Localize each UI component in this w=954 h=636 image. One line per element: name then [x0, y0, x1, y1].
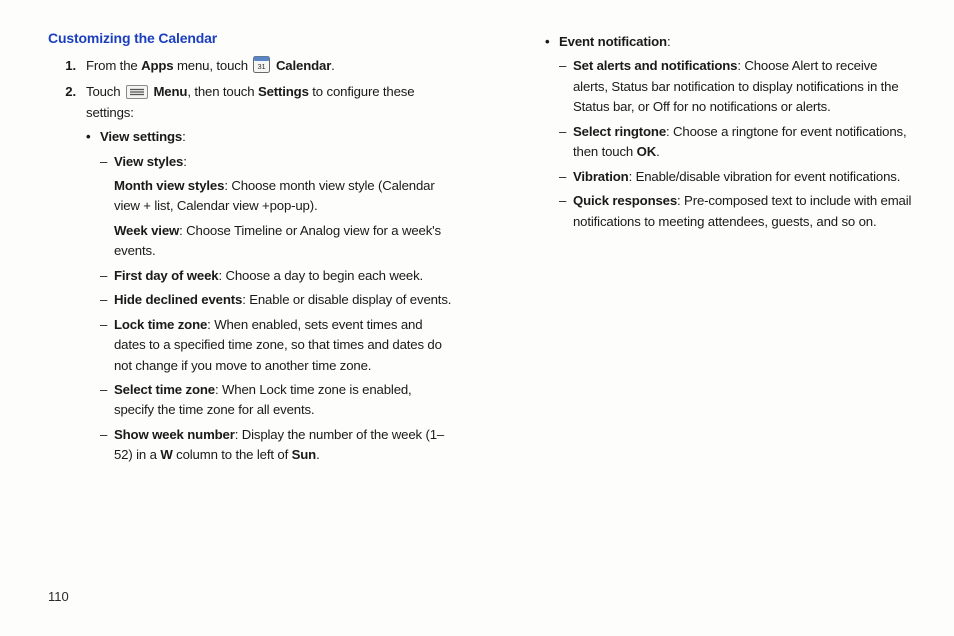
label-w: W	[160, 447, 172, 462]
svg-text:31: 31	[258, 62, 266, 71]
label-set-alerts: Set alerts and notifications	[573, 58, 737, 73]
dash-select-tz: – Select time zone: When Lock time zone …	[100, 380, 453, 421]
label-quick-responses: Quick responses	[573, 193, 677, 208]
dash-lock-tz: – Lock time zone: When enabled, sets eve…	[100, 315, 453, 376]
dash-quick-responses: – Quick responses: Pre-composed text to …	[559, 191, 912, 232]
label-view-styles: View styles	[114, 154, 183, 169]
step-1: 1. From the Apps menu, touch 31 Calendar…	[48, 56, 453, 76]
text: .	[656, 144, 660, 159]
right-column: • Event notification: – Set alerts and n…	[507, 28, 912, 596]
label-calendar: Calendar	[276, 58, 331, 73]
text: :	[183, 154, 187, 169]
label-vibration: Vibration	[573, 169, 629, 184]
label-show-week: Show week number	[114, 427, 235, 442]
step-2: 2. Touch Menu, then touch Settings to co…	[48, 82, 453, 466]
dash-hide-declined: – Hide declined events: Enable or disabl…	[100, 290, 453, 310]
page: Customizing the Calendar 1. From the App…	[0, 0, 954, 636]
text: : Enable/disable vibration for event not…	[629, 169, 901, 184]
label-sun: Sun	[292, 447, 316, 462]
text: :	[667, 34, 671, 49]
dash-set-alerts: – Set alerts and notifications: Choose A…	[559, 56, 912, 117]
label-select-tz: Select time zone	[114, 382, 215, 397]
dash-first-day: – First day of week: Choose a day to beg…	[100, 266, 453, 286]
text: column to the left of	[173, 447, 292, 462]
label-lock-tz: Lock time zone	[114, 317, 207, 332]
dash-select-ringtone: – Select ringtone: Choose a ringtone for…	[559, 122, 912, 163]
text: , then touch	[187, 84, 258, 99]
dash-show-week: – Show week number: Display the number o…	[100, 425, 453, 466]
label-menu: Menu	[153, 84, 187, 99]
calendar-icon: 31	[253, 56, 270, 73]
text: : Enable or disable display of events.	[242, 292, 451, 307]
label-week-view: Week view	[114, 223, 179, 238]
label-event-notification: Event notification	[559, 34, 667, 49]
label-view-settings: View settings	[100, 129, 182, 144]
menu-icon	[126, 85, 148, 99]
text: Touch	[86, 84, 124, 99]
bullet-view-settings: • View settings:	[86, 127, 453, 147]
text: : Choose a day to begin each week.	[218, 268, 423, 283]
label-select-ringtone: Select ringtone	[573, 124, 666, 139]
item-month-view: Month view styles: Choose month view sty…	[114, 176, 453, 217]
text: menu, touch	[173, 58, 251, 73]
bullet-event-notification: • Event notification:	[545, 32, 912, 52]
text: .	[331, 58, 335, 73]
step-number: 2.	[48, 82, 86, 466]
label-month-view: Month view styles	[114, 178, 224, 193]
section-title: Customizing the Calendar	[48, 28, 453, 50]
dash-view-styles: – View styles:	[100, 152, 453, 172]
label-first-day: First day of week	[114, 268, 218, 283]
text: :	[182, 129, 186, 144]
page-number: 110	[48, 589, 69, 604]
item-week-view: Week view: Choose Timeline or Analog vie…	[114, 221, 453, 262]
text: From the	[86, 58, 141, 73]
dash-vibration: – Vibration: Enable/disable vibration fo…	[559, 167, 912, 187]
label-apps: Apps	[141, 58, 173, 73]
left-column: Customizing the Calendar 1. From the App…	[48, 28, 453, 596]
label-hide-declined: Hide declined events	[114, 292, 242, 307]
text: .	[316, 447, 320, 462]
label-settings: Settings	[258, 84, 309, 99]
step-number: 1.	[48, 56, 86, 76]
label-ok: OK	[637, 144, 656, 159]
